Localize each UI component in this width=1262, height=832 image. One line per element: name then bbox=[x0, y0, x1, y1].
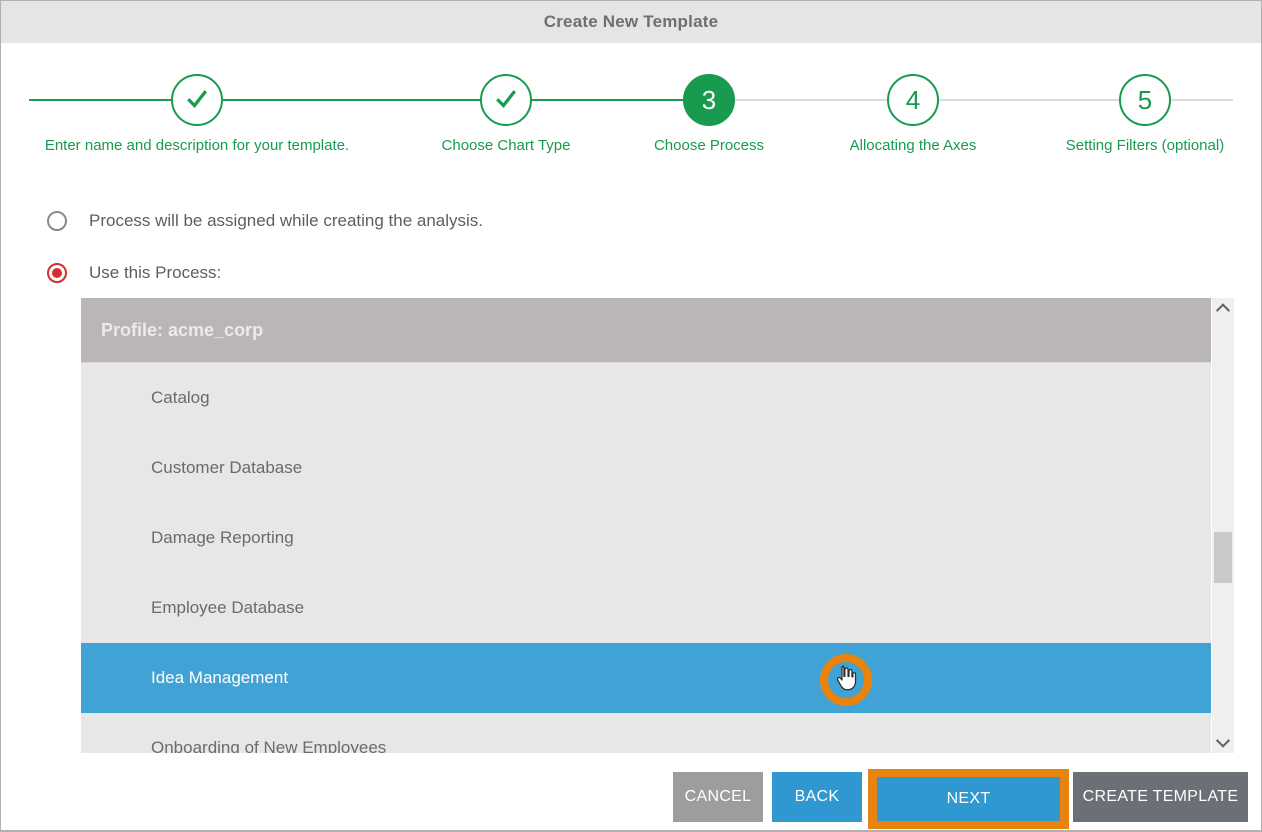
process-item-customer-database[interactable]: Customer Database bbox=[81, 433, 1211, 503]
back-button[interactable]: BACK bbox=[772, 772, 862, 822]
option-assign-later-label: Process will be assigned while creating … bbox=[89, 211, 483, 231]
dialog-title-bar: Create New Template bbox=[1, 1, 1261, 43]
option-use-process-label: Use this Process: bbox=[89, 263, 221, 283]
chevron-down-icon bbox=[1216, 734, 1230, 748]
step-1-circle bbox=[171, 74, 223, 126]
check-icon bbox=[182, 83, 212, 118]
step-5-number: 5 bbox=[1138, 85, 1152, 116]
step-2-circle bbox=[480, 74, 532, 126]
step-5-label: Setting Filters (optional) bbox=[1066, 137, 1224, 154]
process-item-catalog[interactable]: Catalog bbox=[81, 363, 1211, 433]
create-template-dialog: Create New Template 3 4 5 Enter name and… bbox=[0, 0, 1262, 832]
process-list: Profile: acme_corp Catalog Customer Data… bbox=[81, 298, 1211, 753]
process-item-damage-reporting[interactable]: Damage Reporting bbox=[81, 503, 1211, 573]
check-icon bbox=[491, 83, 521, 118]
step-4-number: 4 bbox=[906, 85, 920, 116]
process-item-idea-management[interactable]: Idea Management bbox=[81, 643, 1211, 713]
step-5-circle: 5 bbox=[1119, 74, 1171, 126]
step-3-circle: 3 bbox=[683, 74, 735, 126]
scroll-up-button[interactable] bbox=[1212, 300, 1234, 318]
step-4-circle: 4 bbox=[887, 74, 939, 126]
create-template-button[interactable]: CREATE TEMPLATE bbox=[1073, 772, 1248, 822]
process-list-group-header: Profile: acme_corp bbox=[81, 298, 1211, 363]
scrollbar-thumb[interactable] bbox=[1214, 532, 1232, 583]
step-3-label: Choose Process bbox=[654, 137, 764, 154]
annotation-highlight-next: NEXT bbox=[868, 769, 1069, 829]
step-4-label: Allocating the Axes bbox=[850, 137, 977, 154]
option-use-process[interactable]: Use this Process: bbox=[47, 263, 221, 283]
process-item-onboarding[interactable]: Onboarding of New Employees bbox=[81, 713, 1211, 753]
radio-unselected-icon[interactable] bbox=[47, 211, 67, 231]
process-item-employee-database[interactable]: Employee Database bbox=[81, 573, 1211, 643]
step-2-label: Choose Chart Type bbox=[442, 137, 571, 154]
option-assign-later[interactable]: Process will be assigned while creating … bbox=[47, 211, 483, 231]
cancel-button[interactable]: CANCEL bbox=[673, 772, 763, 822]
step-1-label: Enter name and description for your temp… bbox=[45, 137, 349, 154]
radio-dot bbox=[52, 268, 62, 278]
next-button[interactable]: NEXT bbox=[877, 777, 1060, 821]
radio-selected-icon[interactable] bbox=[47, 263, 67, 283]
stepper-line-completed bbox=[29, 99, 712, 101]
dialog-title: Create New Template bbox=[544, 12, 719, 32]
scroll-down-button[interactable] bbox=[1212, 733, 1234, 751]
chevron-up-icon bbox=[1216, 303, 1230, 317]
step-3-number: 3 bbox=[702, 85, 716, 116]
process-list-scrollbar[interactable] bbox=[1212, 298, 1234, 753]
